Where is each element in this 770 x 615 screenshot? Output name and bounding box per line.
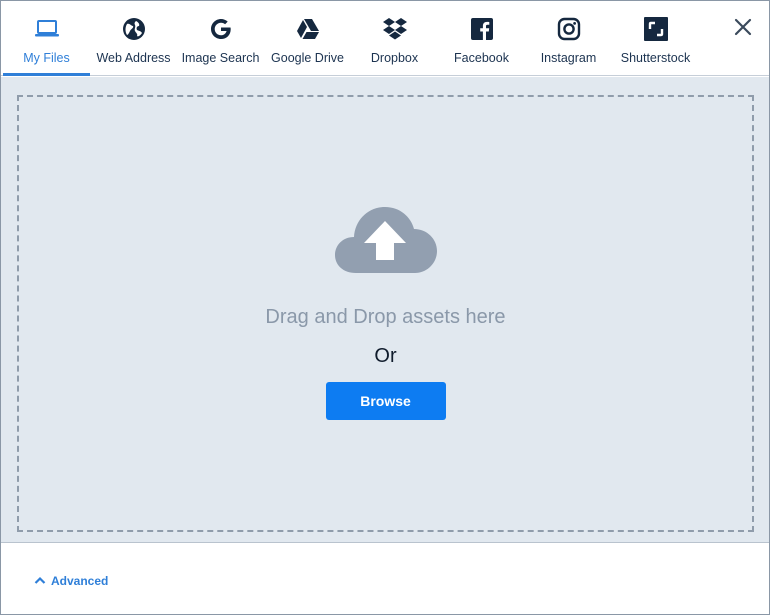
browse-button[interactable]: Browse [325,382,446,420]
dropbox-icon [381,15,409,43]
shutterstock-icon [642,15,670,43]
tab-dropbox[interactable]: Dropbox [351,1,438,75]
facebook-icon [468,15,496,43]
asset-picker-dialog: My Files Web Address Image Search Google… [0,0,770,615]
tab-label: Shutterstock [620,51,691,65]
source-tabs: My Files Web Address Image Search Google… [1,1,769,76]
advanced-toggle[interactable]: Advanced [34,572,108,590]
tab-label: Instagram [540,51,597,65]
tab-google-drive[interactable]: Google Drive [264,1,351,75]
globe-icon [120,15,148,43]
tab-image-search[interactable]: Image Search [177,1,264,75]
tab-label: Google Drive [271,51,344,65]
close-icon [733,17,753,42]
tab-facebook[interactable]: Facebook [438,1,525,75]
chevron-up-icon [34,572,46,590]
tab-web-address[interactable]: Web Address [90,1,177,75]
close-button[interactable] [730,16,756,42]
laptop-icon [33,15,61,43]
tab-label: Image Search [181,51,260,65]
tab-label: Dropbox [370,51,419,65]
tab-label: My Files [23,51,70,65]
drop-prompt: Drag and Drop assets here [265,306,506,328]
footer: Advanced [1,544,769,614]
tab-instagram[interactable]: Instagram [525,1,612,75]
google-drive-icon [294,15,322,43]
cloud-upload-icon [334,205,438,275]
tab-label: Web Address [96,51,171,65]
instagram-icon [555,15,583,43]
advanced-label: Advanced [51,574,109,588]
upload-area: Drag and Drop assets here Or Browse [1,77,769,543]
tab-my-files[interactable]: My Files [3,1,90,76]
tab-shutterstock[interactable]: Shutterstock [612,1,699,75]
tab-label: Facebook [454,51,509,65]
google-icon [207,15,235,43]
drop-zone[interactable]: Drag and Drop assets here Or Browse [17,95,754,532]
or-divider-text: Or [374,345,397,367]
